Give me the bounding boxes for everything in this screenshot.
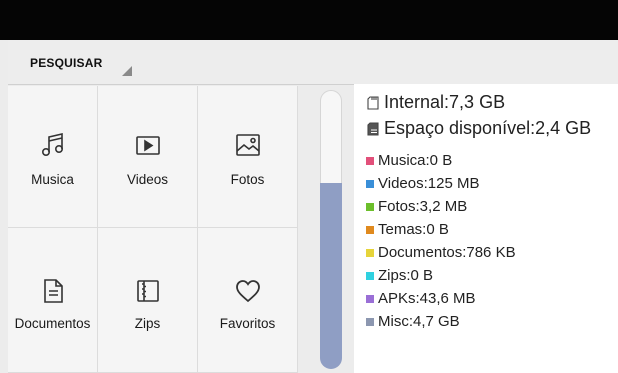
category-tile-favoritos[interactable]: Favoritos <box>198 228 298 373</box>
legend-swatch <box>366 179 374 188</box>
breakdown-item-videos: Videos:125 MB <box>354 175 479 192</box>
vertical-scrollbar[interactable] <box>320 90 342 369</box>
document-icon <box>43 279 63 303</box>
legend-swatch <box>366 156 374 165</box>
dropdown-corner-icon <box>122 66 132 76</box>
category-tile-fotos[interactable]: Fotos <box>198 86 298 228</box>
breakdown-item-documentos: Documentos:786 KB <box>354 244 516 261</box>
category-tile-musica[interactable]: Musica <box>8 86 98 228</box>
zip-icon <box>136 280 159 302</box>
heart-icon <box>235 280 260 303</box>
breakdown-item-musica: Musica:0 B <box>354 152 452 169</box>
search-button[interactable]: PESQUISAR <box>8 40 148 84</box>
internal-storage-row: Internal:7,3 GB <box>354 92 505 113</box>
breakdown-item-temas: Temas:0 B <box>354 221 449 238</box>
toolbar: PESQUISAR <box>8 40 618 85</box>
file-manager-screen: PESQUISAR Musica Videos Fotos Documentos… <box>0 40 618 373</box>
storage-info-panel: Internal:7,3 GB Espaço disponível:2,4 GB… <box>354 84 618 373</box>
legend-swatch <box>366 202 374 211</box>
legend-swatch <box>366 248 374 257</box>
legend-swatch <box>366 294 374 303</box>
image-icon <box>235 134 260 156</box>
category-label: Zips <box>134 316 161 331</box>
legend-swatch <box>366 271 374 280</box>
music-note-icon <box>41 132 63 156</box>
legend-swatch <box>366 225 374 234</box>
breakdown-item-zips: Zips:0 B <box>354 267 433 284</box>
category-label: Videos <box>126 172 169 187</box>
category-tile-documentos[interactable]: Documentos <box>8 228 98 373</box>
sd-card-filled-icon <box>367 121 379 136</box>
available-space-text: Espaço disponível:2,4 GB <box>384 118 592 138</box>
breakdown-item-fotos: Fotos:3,2 MB <box>354 198 467 215</box>
breakdown-label: Videos:125 MB <box>378 175 480 192</box>
breakdown-label: Musica:0 B <box>378 152 453 169</box>
breakdown-label: Zips:0 B <box>378 267 434 284</box>
status-bar <box>0 0 618 40</box>
legend-swatch <box>366 317 374 326</box>
breakdown-label: Temas:0 B <box>378 221 449 238</box>
breakdown-label: APKs:43,6 MB <box>378 290 476 307</box>
category-label: Fotos <box>230 172 265 187</box>
category-tile-zips[interactable]: Zips <box>98 228 198 373</box>
breakdown-label: Documentos:786 KB <box>378 244 516 261</box>
breakdown-label: Fotos:3,2 MB <box>378 198 468 215</box>
breakdown-item-misc: Misc:4,7 GB <box>354 313 460 330</box>
video-play-icon <box>135 136 160 155</box>
internal-storage-text: Internal:7,3 GB <box>384 92 506 112</box>
scrollbar-thumb[interactable] <box>320 183 342 369</box>
category-grid: Musica Videos Fotos Documentos Zips Favo… <box>8 86 298 373</box>
category-label: Favoritos <box>219 316 276 331</box>
sd-card-icon <box>367 95 379 110</box>
breakdown-item-apks: APKs:43,6 MB <box>354 290 476 307</box>
category-label: Documentos <box>14 316 91 331</box>
breakdown-label: Misc:4,7 GB <box>378 313 460 330</box>
search-button-label: PESQUISAR <box>30 56 103 70</box>
category-tile-videos[interactable]: Videos <box>98 86 198 228</box>
category-label: Musica <box>31 172 74 187</box>
available-space-row: Espaço disponível:2,4 GB <box>354 118 591 139</box>
